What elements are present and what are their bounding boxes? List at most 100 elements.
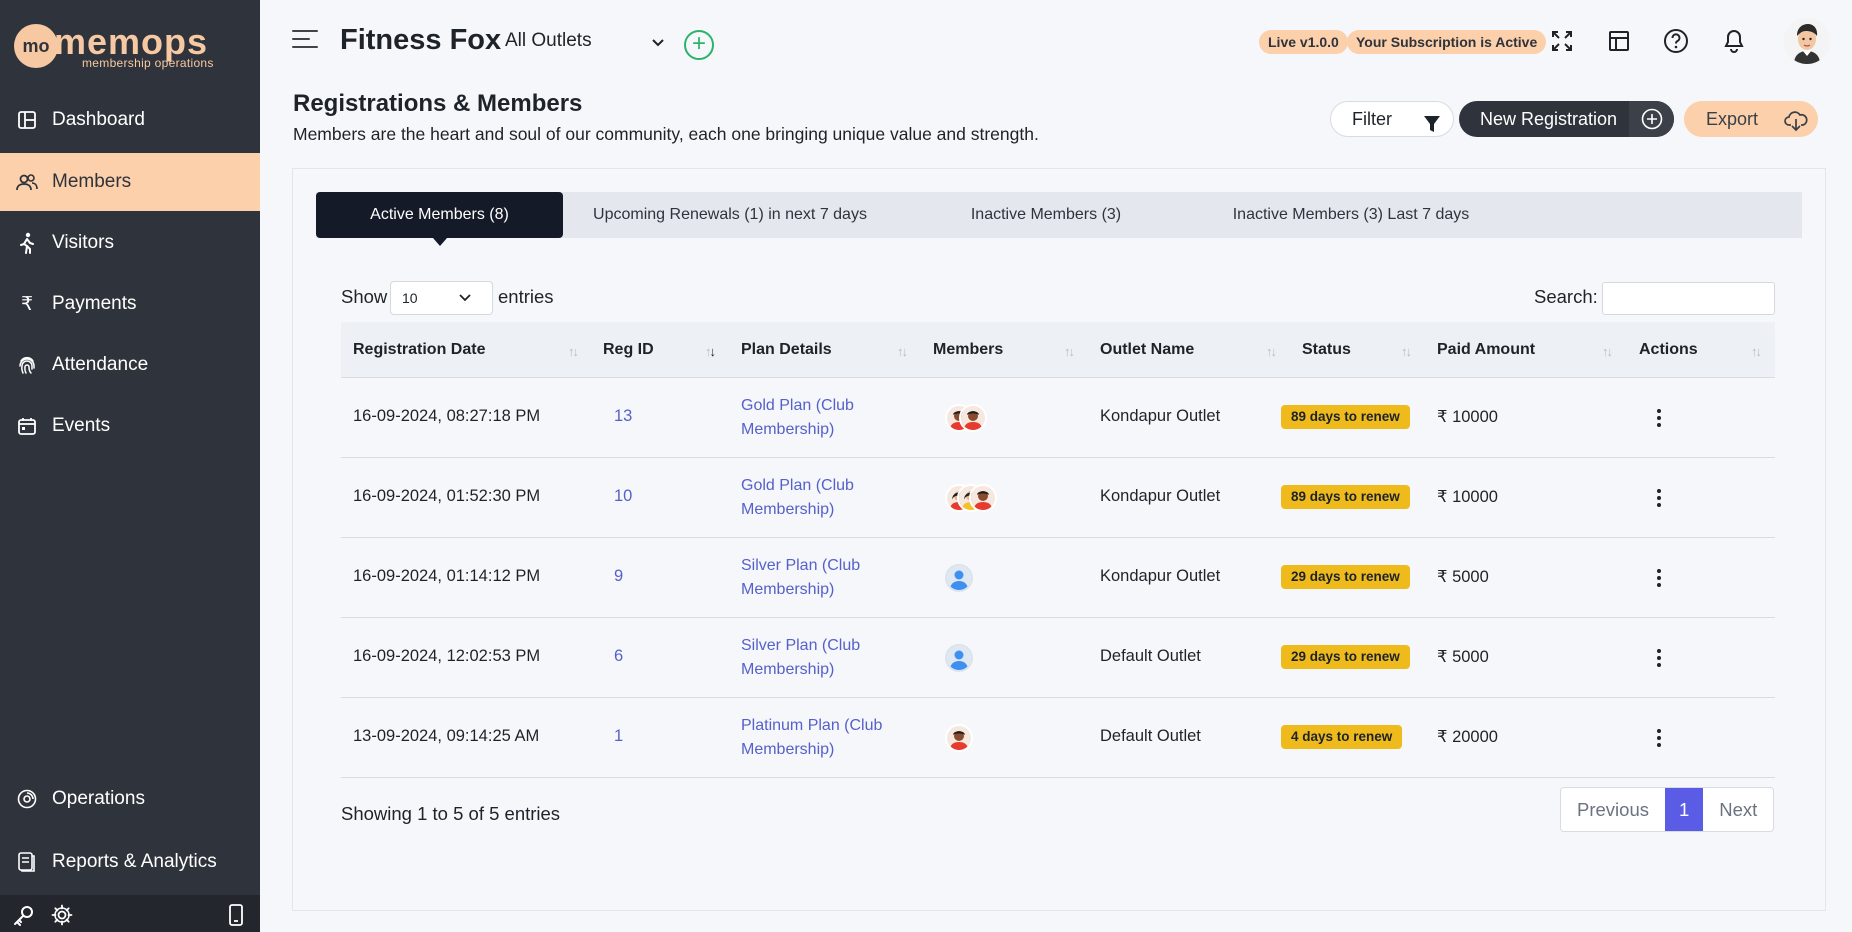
version-badge: Live v1.0.0 [1259, 30, 1348, 54]
cell-outlet-name: Default Outlet [1100, 647, 1201, 665]
sidebar-item-dashboard[interactable]: Dashboard [0, 91, 260, 149]
table-header: Registration Date ↑↓ Reg ID ↑↓ Plan Deta… [341, 322, 1775, 378]
sidebar-item-visitors[interactable]: Visitors [0, 214, 260, 272]
member-avatar [969, 484, 997, 512]
cell-outlet-name: Kondapur Outlet [1100, 407, 1221, 425]
page-title: Registrations & Members [293, 90, 583, 117]
cell-outlet-name: Kondapur Outlet [1100, 567, 1221, 585]
col-reg-id[interactable]: Reg ID [603, 322, 654, 378]
layout-icon[interactable] [1604, 26, 1634, 56]
logo-tagline: membership operations [82, 56, 214, 70]
tab-inactive-members[interactable]: Inactive Members (3) [946, 192, 1146, 238]
mobile-icon[interactable] [224, 903, 248, 927]
export-label: Export [1706, 109, 1759, 129]
col-status[interactable]: Status [1302, 322, 1351, 378]
outlet-select[interactable]: All Outlets [505, 30, 665, 58]
more-vertical-icon[interactable] [1657, 489, 1663, 510]
page-size-value: 10 [402, 290, 418, 306]
user-avatar[interactable] [1784, 18, 1830, 64]
col-outlet-name[interactable]: Outlet Name [1100, 322, 1194, 378]
cell-paid-amount: ₹ 20000 [1437, 728, 1498, 746]
sidebar-item-events[interactable]: Events [0, 397, 260, 455]
search-input[interactable] [1602, 282, 1775, 315]
export-button[interactable]: Export [1684, 101, 1818, 137]
help-icon[interactable] [1661, 26, 1691, 56]
sort-icon[interactable]: ↑↓ [568, 344, 579, 359]
add-outlet-button[interactable]: + [684, 30, 714, 60]
sidebar-footer [0, 895, 260, 932]
fingerprint-icon [16, 354, 38, 376]
col-paid-amount[interactable]: Paid Amount [1437, 322, 1535, 378]
col-registration-date[interactable]: Registration Date [353, 322, 485, 378]
sort-icon[interactable]: ↑↓ [1401, 344, 1412, 359]
col-members[interactable]: Members [933, 322, 1003, 378]
more-vertical-icon[interactable] [1657, 729, 1663, 750]
sort-desc-icon[interactable]: ↑↓ [705, 344, 716, 359]
sidebar-item-label: Members [52, 171, 132, 192]
col-plan-details[interactable]: Plan Details [741, 322, 832, 378]
cell-registration-date: 16-09-2024, 01:52:30 PM [353, 487, 541, 505]
fullscreen-icon[interactable] [1547, 26, 1577, 56]
previous-page-button[interactable]: Previous [1561, 788, 1665, 831]
cell-plan-details[interactable]: Silver Plan (Club Membership) [741, 634, 901, 682]
cell-reg-id[interactable]: 1 [614, 727, 623, 746]
cell-plan-details[interactable]: Silver Plan (Club Membership) [741, 554, 901, 602]
more-vertical-icon[interactable] [1657, 569, 1663, 590]
cell-paid-amount: ₹ 5000 [1437, 648, 1489, 666]
key-icon[interactable] [12, 903, 36, 927]
sidebar-item-members[interactable]: Members [0, 153, 260, 211]
new-registration-label: New Registration [1480, 109, 1618, 129]
gear-icon[interactable] [50, 903, 74, 927]
logo-mark: mo [14, 24, 58, 68]
users-icon [16, 171, 38, 193]
status-badge: 89 days to renew [1281, 405, 1410, 429]
sidebar-item-payments[interactable]: ₹ Payments [0, 275, 260, 333]
status-badge: 89 days to renew [1281, 485, 1410, 509]
tab-inactive-last-7-days[interactable]: Inactive Members (3) Last 7 days [1216, 192, 1486, 238]
member-avatar [959, 404, 987, 432]
cell-reg-id[interactable]: 10 [614, 487, 632, 506]
page-button-current[interactable]: 1 [1664, 788, 1704, 831]
pagination: Previous 1 Next [1560, 787, 1775, 832]
sidebar-item-attendance[interactable]: Attendance [0, 336, 260, 394]
sidebar-item-label: Dashboard [52, 109, 145, 130]
sort-icon[interactable]: ↑↓ [1751, 344, 1762, 359]
next-page-button[interactable]: Next [1703, 788, 1773, 831]
more-vertical-icon[interactable] [1657, 409, 1663, 430]
filter-button[interactable]: Filter [1330, 101, 1454, 137]
sort-icon[interactable]: ↑↓ [897, 344, 908, 359]
subscription-badge: Your Subscription is Active [1347, 30, 1547, 54]
sort-icon[interactable]: ↑↓ [1064, 344, 1075, 359]
sidebar-item-reports[interactable]: Reports & Analytics [0, 833, 260, 891]
bell-icon[interactable] [1719, 26, 1749, 56]
sort-icon[interactable]: ↑↓ [1266, 344, 1277, 359]
reports-icon [16, 851, 38, 873]
sort-icon[interactable]: ↑↓ [1602, 344, 1613, 359]
memops-logo[interactable]: mo memops membership operations [14, 18, 214, 74]
plus-circle-icon [1629, 101, 1674, 137]
cell-paid-amount: ₹ 10000 [1437, 408, 1498, 426]
cell-outlet-name: Kondapur Outlet [1100, 487, 1221, 505]
tab-upcoming-renewals[interactable]: Upcoming Renewals (1) in next 7 days [580, 192, 880, 238]
search-label: Search: [1534, 286, 1598, 307]
tab-active-members[interactable]: Active Members (8) [316, 192, 563, 246]
cell-plan-details[interactable]: Gold Plan (Club Membership) [741, 394, 901, 442]
cell-reg-id[interactable]: 9 [614, 567, 623, 586]
menu-toggle-icon[interactable] [292, 30, 320, 54]
sidebar-item-label: Operations [52, 788, 145, 809]
more-vertical-icon[interactable] [1657, 649, 1663, 670]
sidebar-item-label: Reports & Analytics [52, 851, 217, 872]
sidebar-item-operations[interactable]: Operations [0, 770, 260, 828]
cell-registration-date: 16-09-2024, 12:02:53 PM [353, 647, 541, 665]
cell-plan-details[interactable]: Gold Plan (Club Membership) [741, 474, 901, 522]
calendar-icon [16, 415, 38, 437]
cell-reg-id[interactable]: 13 [614, 407, 632, 426]
member-avatar [945, 724, 973, 752]
sidebar-item-label: Attendance [52, 354, 149, 375]
cell-reg-id[interactable]: 6 [614, 647, 623, 666]
filter-icon [1423, 110, 1441, 144]
cell-plan-details[interactable]: Platinum Plan (Club Membership) [741, 714, 901, 762]
table-row: 16-09-2024, 08:27:18 PM 13 Gold Plan (Cl… [341, 378, 1775, 458]
new-registration-button[interactable]: New Registration [1459, 101, 1674, 137]
page-size-select[interactable]: 10 [390, 281, 493, 315]
